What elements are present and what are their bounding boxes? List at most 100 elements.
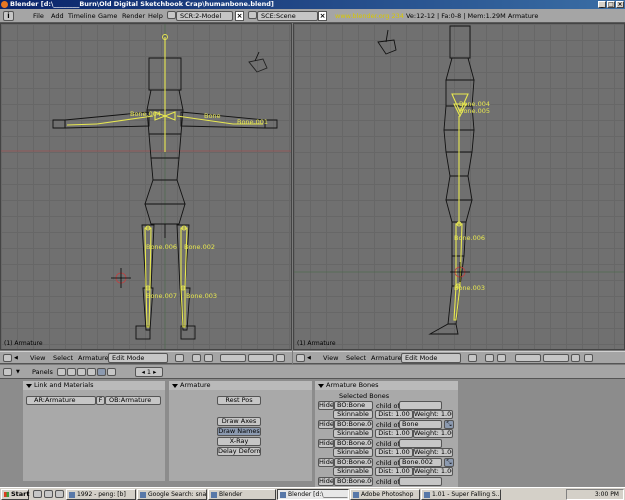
menu-add[interactable]: Add xyxy=(51,12,64,20)
dist-field[interactable]: Dist: 1.00 xyxy=(375,429,413,438)
manipulator-icon[interactable] xyxy=(497,354,506,362)
layer-buttons[interactable] xyxy=(220,354,246,362)
layer-buttons-2[interactable] xyxy=(543,354,569,362)
quicklaunch-icon[interactable] xyxy=(44,490,53,498)
object-icon[interactable] xyxy=(87,368,96,376)
menu-select[interactable]: Select xyxy=(53,354,73,363)
mode-selector[interactable]: Edit Mode xyxy=(401,353,461,363)
skinnable-toggle[interactable]: Skinnable xyxy=(333,429,373,438)
menu-panels[interactable]: Panels xyxy=(32,368,53,377)
skinnable-toggle[interactable]: Skinnable xyxy=(333,467,373,476)
lock-icon[interactable] xyxy=(276,354,285,362)
maximize-button[interactable]: □ xyxy=(607,1,615,8)
frame-field[interactable]: ◂ 1 ▸ xyxy=(135,367,163,377)
layer-buttons-2[interactable] xyxy=(248,354,274,362)
close-button[interactable]: × xyxy=(616,1,624,8)
task-button[interactable]: Google Search: snap t... xyxy=(137,489,207,500)
connect-icon[interactable]: ⤡ xyxy=(444,420,454,429)
menu-timeline[interactable]: Timeline xyxy=(68,12,96,20)
task-button[interactable]: 1.01 - Super Falling S... xyxy=(421,489,501,500)
pivot-icon[interactable] xyxy=(192,354,201,362)
window-type-icon[interactable] xyxy=(3,368,12,376)
panel-title[interactable]: Armature Bones xyxy=(315,381,458,390)
collapse-arrow-icon[interactable]: ◀ xyxy=(14,354,18,363)
weight-field[interactable]: Weight: 1.00 xyxy=(413,410,453,419)
bone-hide-button[interactable]: Hide xyxy=(318,439,334,448)
dist-field[interactable]: Dist: 1.00 xyxy=(375,410,413,419)
editing-icon[interactable] xyxy=(97,368,106,376)
draw-type-icon[interactable] xyxy=(468,354,477,362)
object-name-field[interactable]: OB:Armature xyxy=(105,396,161,405)
rest-pos-button[interactable]: Rest Pos xyxy=(217,396,261,405)
bone-name-field[interactable]: BO:Bone.003 xyxy=(334,458,373,467)
parent-selector[interactable]: Bone.002 xyxy=(399,458,442,467)
dist-field[interactable]: Dist: 1.00 xyxy=(375,467,413,476)
draw-type-icon[interactable] xyxy=(175,354,184,362)
weight-field[interactable]: Weight: 1.00 xyxy=(413,448,453,457)
bone-name-field[interactable]: BO:Bone.004 xyxy=(334,477,373,486)
window-type-icon[interactable] xyxy=(296,354,305,362)
bone-hide-button[interactable]: Hide xyxy=(318,458,334,467)
menu-render[interactable]: Render xyxy=(122,12,145,20)
bone-hide-button[interactable]: Hide xyxy=(318,477,334,486)
bone-name-field[interactable]: BO:Bone xyxy=(334,401,373,410)
script-icon[interactable] xyxy=(67,368,76,376)
render-icon[interactable] xyxy=(584,354,593,362)
parent-selector[interactable] xyxy=(399,439,442,448)
scene-selector[interactable]: SCE:Scene xyxy=(257,11,318,21)
task-button[interactable]: Blender xyxy=(208,489,276,500)
mode-selector[interactable]: Edit Mode xyxy=(108,353,168,363)
panel-title[interactable]: Armature xyxy=(169,381,312,390)
lock-icon[interactable] xyxy=(571,354,580,362)
window-type-icon[interactable] xyxy=(3,354,12,362)
menu-file[interactable]: File xyxy=(33,12,44,20)
panel-title[interactable]: Link and Materials xyxy=(23,381,165,390)
quicklaunch-icon[interactable] xyxy=(55,490,64,498)
task-button[interactable]: 1992 - peng: [b] xyxy=(66,489,136,500)
parent-selector[interactable]: Bone xyxy=(399,420,442,429)
menu-help[interactable]: Help xyxy=(148,12,163,20)
start-button[interactable]: Start xyxy=(1,489,30,500)
parent-selector[interactable] xyxy=(399,477,442,486)
pivot-icon[interactable] xyxy=(485,354,494,362)
task-button-active[interactable]: Blender [d:\________ xyxy=(277,489,349,500)
menu-view[interactable]: View xyxy=(323,354,338,363)
menu-armature[interactable]: Armature xyxy=(371,354,402,363)
bone-hide-button[interactable]: Hide xyxy=(318,401,334,410)
quicklaunch-icon[interactable] xyxy=(33,490,42,498)
task-button[interactable]: Adobe Photoshop xyxy=(350,489,420,500)
blender-url[interactable]: www.blender.org 234 xyxy=(335,12,404,20)
viewport-side[interactable]: Bone.004 Bone.005 Bone.006 Bone.003 (1) … xyxy=(293,23,625,350)
connect-icon[interactable]: ⤡ xyxy=(444,458,454,467)
menu-armature[interactable]: Armature xyxy=(78,354,109,363)
bone-name-field[interactable]: BO:Bone.001 xyxy=(334,420,373,429)
shading-icon[interactable] xyxy=(77,368,86,376)
weight-field[interactable]: Weight: 1.00 xyxy=(413,429,453,438)
i-icon[interactable]: i xyxy=(3,11,14,21)
fake-user-button[interactable]: F xyxy=(96,396,105,405)
minimize-button[interactable]: _ xyxy=(598,1,606,8)
screen-delete-button[interactable]: × xyxy=(235,11,244,21)
scene-delete-button[interactable]: × xyxy=(318,11,327,21)
draw-axes-button[interactable]: Draw Axes xyxy=(217,417,261,426)
collapse-arrow-icon[interactable]: ◀ xyxy=(307,354,311,363)
parent-selector[interactable] xyxy=(399,401,442,410)
dist-field[interactable]: Dist: 1.00 xyxy=(375,448,413,457)
menu-select[interactable]: Select xyxy=(346,354,366,363)
logic-icon[interactable] xyxy=(57,368,66,376)
delay-deform-button[interactable]: Delay Deform xyxy=(217,447,261,456)
bone-name-field[interactable]: BO:Bone.002 xyxy=(334,439,373,448)
scene-icon[interactable] xyxy=(107,368,116,376)
draw-names-button[interactable]: Draw Names xyxy=(217,427,261,436)
collapse-arrow-icon[interactable]: ▼ xyxy=(16,368,20,377)
bone-hide-button[interactable]: Hide xyxy=(318,420,334,429)
skinnable-toggle[interactable]: Skinnable xyxy=(333,448,373,457)
viewport-front[interactable]: Bone.004 Bone Bone.001 Bone.006 Bone.002… xyxy=(0,23,292,350)
skinnable-toggle[interactable]: Skinnable xyxy=(333,410,373,419)
screen-selector[interactable]: SCR:2-Model xyxy=(176,11,233,21)
manipulator-icon[interactable] xyxy=(204,354,213,362)
xray-button[interactable]: X-Ray xyxy=(217,437,261,446)
scene-browse-icon[interactable] xyxy=(248,11,257,19)
menu-view[interactable]: View xyxy=(30,354,45,363)
screen-browse-icon[interactable] xyxy=(167,11,176,19)
